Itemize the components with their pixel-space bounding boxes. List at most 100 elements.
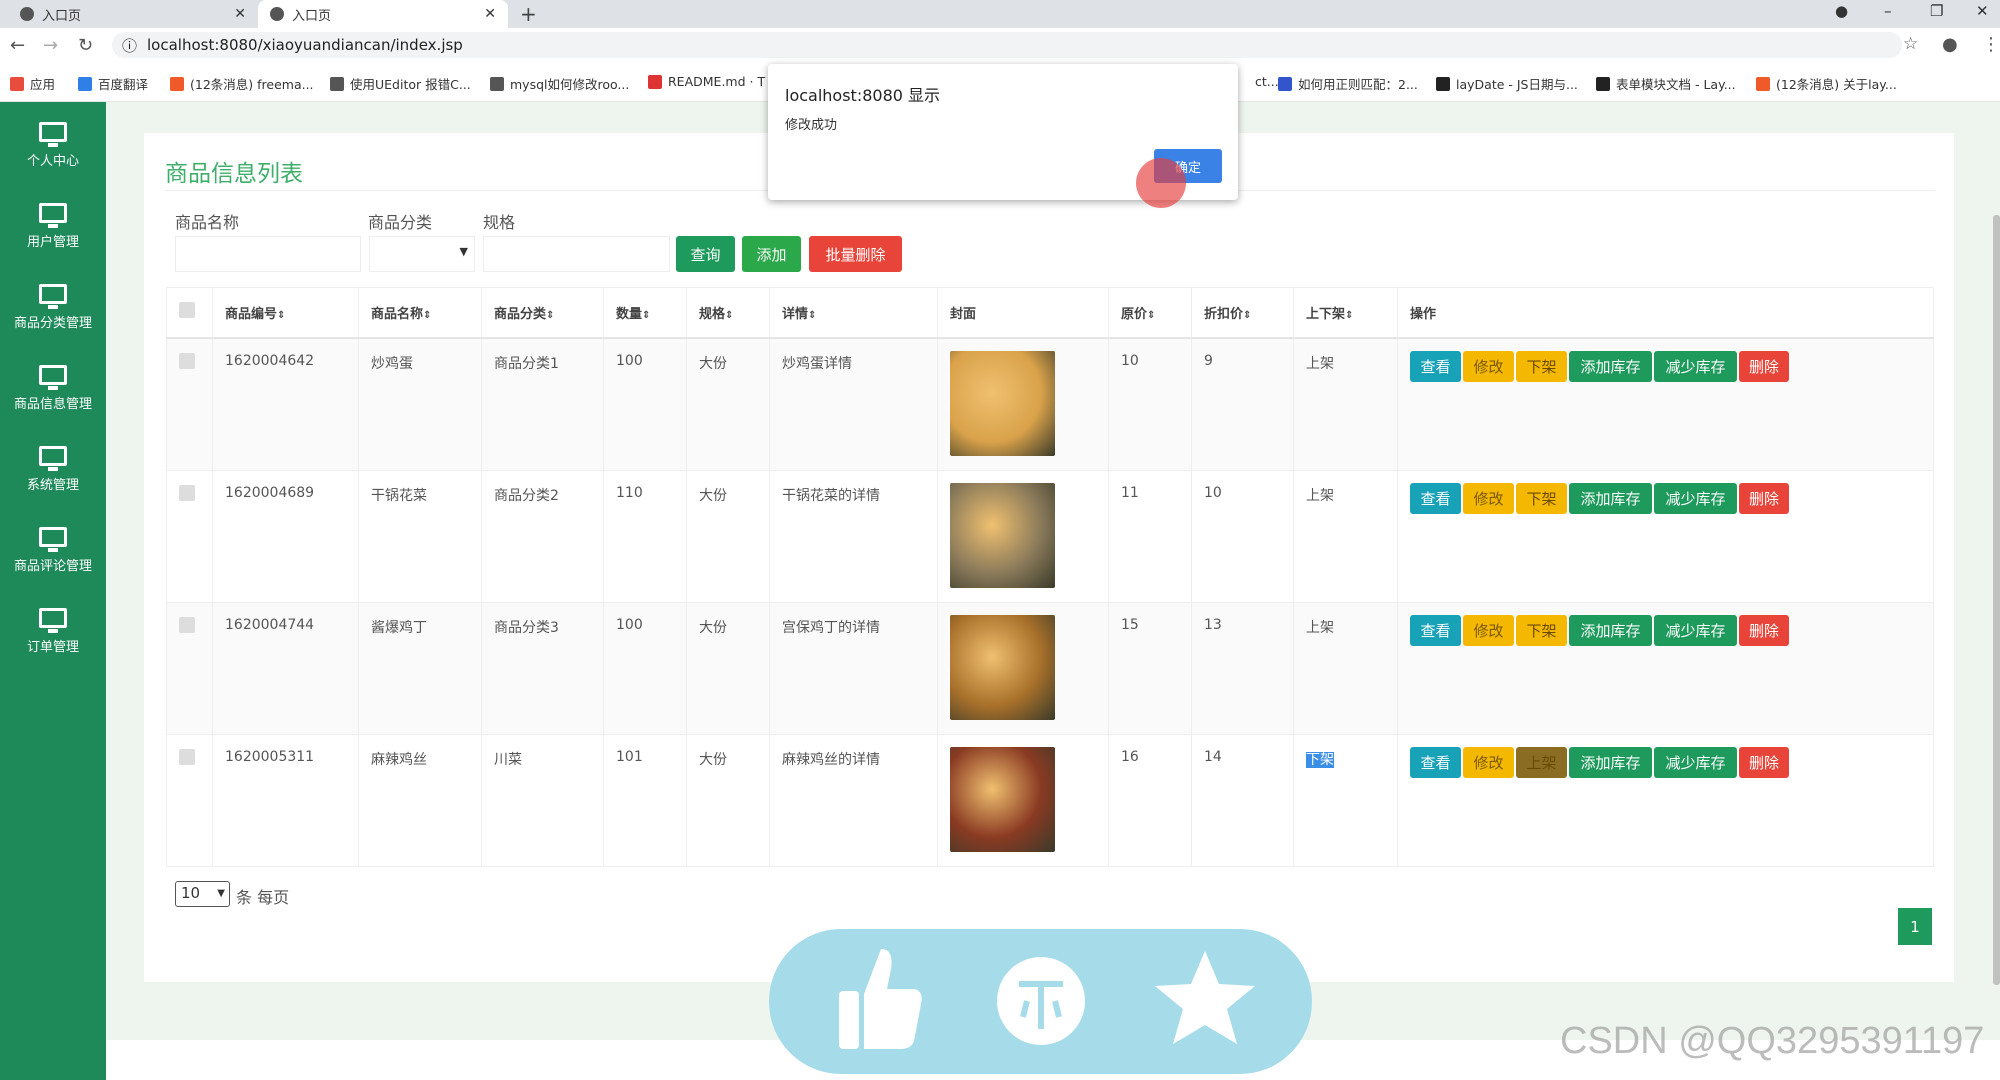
toggle-shelf-button[interactable]: 上架: [1516, 746, 1567, 778]
page-1-button[interactable]: 1: [1898, 908, 1932, 945]
sort-icon[interactable]: ⇕: [1243, 310, 1251, 321]
column-header[interactable]: 折扣价⇕: [1191, 287, 1294, 339]
row-checkbox[interactable]: [179, 352, 195, 369]
column-header[interactable]: 原价⇕: [1108, 287, 1192, 339]
more-icon[interactable]: ⋮: [1982, 34, 2000, 55]
forward-icon[interactable]: →: [43, 35, 58, 56]
search-button[interactable]: 查询: [676, 236, 735, 272]
row-checkbox[interactable]: [179, 616, 195, 633]
back-icon[interactable]: ←: [10, 35, 25, 56]
column-header[interactable]: 商品分类⇕: [481, 287, 604, 339]
sidebar-item[interactable]: 商品分类管理: [0, 284, 106, 331]
star-icon[interactable]: [1155, 951, 1255, 1044]
view-button[interactable]: 查看: [1410, 350, 1461, 382]
category-filter-select[interactable]: ▼: [369, 236, 475, 272]
toggle-shelf-button[interactable]: 下架: [1516, 350, 1567, 382]
spec-filter-input[interactable]: [483, 236, 670, 272]
sort-icon[interactable]: ⇕: [546, 310, 554, 321]
reduce-stock-button[interactable]: 减少库存: [1654, 614, 1737, 646]
sort-icon[interactable]: ⇕: [1345, 310, 1353, 321]
reduce-stock-button[interactable]: 减少库存: [1654, 350, 1737, 382]
sidebar-item[interactable]: 系统管理: [0, 446, 106, 493]
column-header[interactable]: 商品名称⇕: [358, 287, 482, 339]
delete-button[interactable]: 删除: [1739, 746, 1789, 778]
operations-cell: 查看 修改 下架 添加库存 减少库存 删除: [1397, 601, 1934, 735]
sort-icon[interactable]: ⇕: [1147, 310, 1155, 321]
scrollbar[interactable]: [1993, 215, 2000, 985]
browser-tab[interactable]: 入口页 ✕: [8, 0, 258, 28]
view-button[interactable]: 查看: [1410, 614, 1461, 646]
add-stock-button[interactable]: 添加库存: [1569, 350, 1652, 382]
bookmark-item[interactable]: ct...: [1235, 74, 1279, 89]
monitor-icon: [39, 527, 67, 552]
close-window-button[interactable]: ✕: [1976, 2, 1989, 20]
close-tab-icon[interactable]: ✕: [484, 6, 496, 22]
browser-tab-active[interactable]: 入口页 ✕: [258, 0, 508, 28]
close-tab-icon[interactable]: ✕: [234, 6, 246, 22]
bookmark-item[interactable]: (12条消息) freema...: [170, 74, 314, 93]
column-header[interactable]: 数量⇕: [603, 287, 687, 339]
url-input[interactable]: ⓘ localhost:8080/xiaoyuandiancan/index.js…: [112, 32, 1902, 58]
toggle-shelf-button[interactable]: 下架: [1516, 614, 1567, 646]
new-tab-button[interactable]: +: [520, 2, 537, 26]
restore-button[interactable]: ❐: [1930, 2, 1943, 20]
sidebar-item[interactable]: 个人中心: [0, 122, 106, 169]
cover-image: [950, 350, 1055, 456]
bookmark-item[interactable]: README.md · T: [648, 74, 765, 89]
sort-icon[interactable]: ⇕: [642, 310, 650, 321]
row-checkbox[interactable]: [179, 748, 195, 765]
view-button[interactable]: 查看: [1410, 482, 1461, 514]
avatar[interactable]: ●: [1942, 34, 1958, 55]
sidebar-item[interactable]: 商品评论管理: [0, 527, 106, 574]
column-header[interactable]: 上下架⇕: [1293, 287, 1398, 339]
sidebar-item[interactable]: 订单管理: [0, 608, 106, 655]
page-size-select[interactable]: 10 ▼: [175, 881, 230, 907]
reload-icon[interactable]: ↻: [78, 35, 93, 56]
star-icon[interactable]: ☆: [1903, 34, 1918, 54]
sort-icon[interactable]: ⇕: [423, 310, 431, 321]
add-button[interactable]: 添加: [742, 236, 801, 272]
edit-button[interactable]: 修改: [1463, 614, 1514, 646]
delete-button[interactable]: 删除: [1739, 350, 1789, 382]
coin-icon[interactable]: [997, 957, 1085, 1045]
add-stock-button[interactable]: 添加库存: [1569, 614, 1652, 646]
row-checkbox[interactable]: [179, 484, 195, 501]
column-header[interactable]: 规格⇕: [686, 287, 770, 339]
bookmark-item[interactable]: mysql如何修改roo...: [490, 74, 629, 93]
cover-cell: [937, 601, 1109, 735]
bookmark-item[interactable]: 百度翻译: [78, 74, 148, 93]
view-button[interactable]: 查看: [1410, 746, 1461, 778]
sort-icon[interactable]: ⇕: [808, 310, 816, 321]
sidebar-item[interactable]: 商品信息管理: [0, 365, 106, 412]
edit-button[interactable]: 修改: [1463, 482, 1514, 514]
bookmark-item[interactable]: layDate - JS日期与...: [1436, 74, 1578, 93]
batch-delete-button[interactable]: 批量删除: [809, 236, 902, 272]
column-header[interactable]: 商品编号⇕: [212, 287, 359, 339]
reduce-stock-button[interactable]: 减少库存: [1654, 746, 1737, 778]
edit-button[interactable]: 修改: [1463, 350, 1514, 382]
sort-icon[interactable]: ⇕: [277, 310, 285, 321]
bookmark-item[interactable]: 应用: [10, 74, 55, 93]
sort-icon[interactable]: ⇕: [725, 310, 733, 321]
page-title: 商品信息列表: [165, 161, 303, 187]
reduce-stock-button[interactable]: 减少库存: [1654, 482, 1737, 514]
floating-action-bar: [769, 929, 1312, 1074]
bookmark-item[interactable]: 使用UEditor 报错C...: [330, 74, 471, 93]
toggle-shelf-button[interactable]: 下架: [1516, 482, 1567, 514]
name-filter-input[interactable]: [175, 236, 361, 272]
edit-button[interactable]: 修改: [1463, 746, 1514, 778]
sidebar-item[interactable]: 用户管理: [0, 203, 106, 250]
bookmark-item[interactable]: (12条消息) 关于lay...: [1756, 74, 1897, 93]
bookmark-item[interactable]: 表单模块文档 - Lay...: [1596, 74, 1736, 93]
column-header[interactable]: 详情⇕: [769, 287, 938, 339]
bookmark-item[interactable]: 如何用正则匹配：2...: [1278, 74, 1418, 93]
delete-button[interactable]: 删除: [1739, 614, 1789, 646]
add-stock-button[interactable]: 添加库存: [1569, 482, 1652, 514]
select-all-checkbox[interactable]: [179, 302, 195, 319]
minimize-button[interactable]: –: [1884, 2, 1892, 20]
delete-button[interactable]: 删除: [1739, 482, 1789, 514]
thumbs-up-icon[interactable]: [839, 949, 922, 1049]
add-stock-button[interactable]: 添加库存: [1569, 746, 1652, 778]
profile-menu-icon[interactable]: ●: [1835, 2, 1848, 20]
product-spec: 大份: [686, 601, 770, 735]
